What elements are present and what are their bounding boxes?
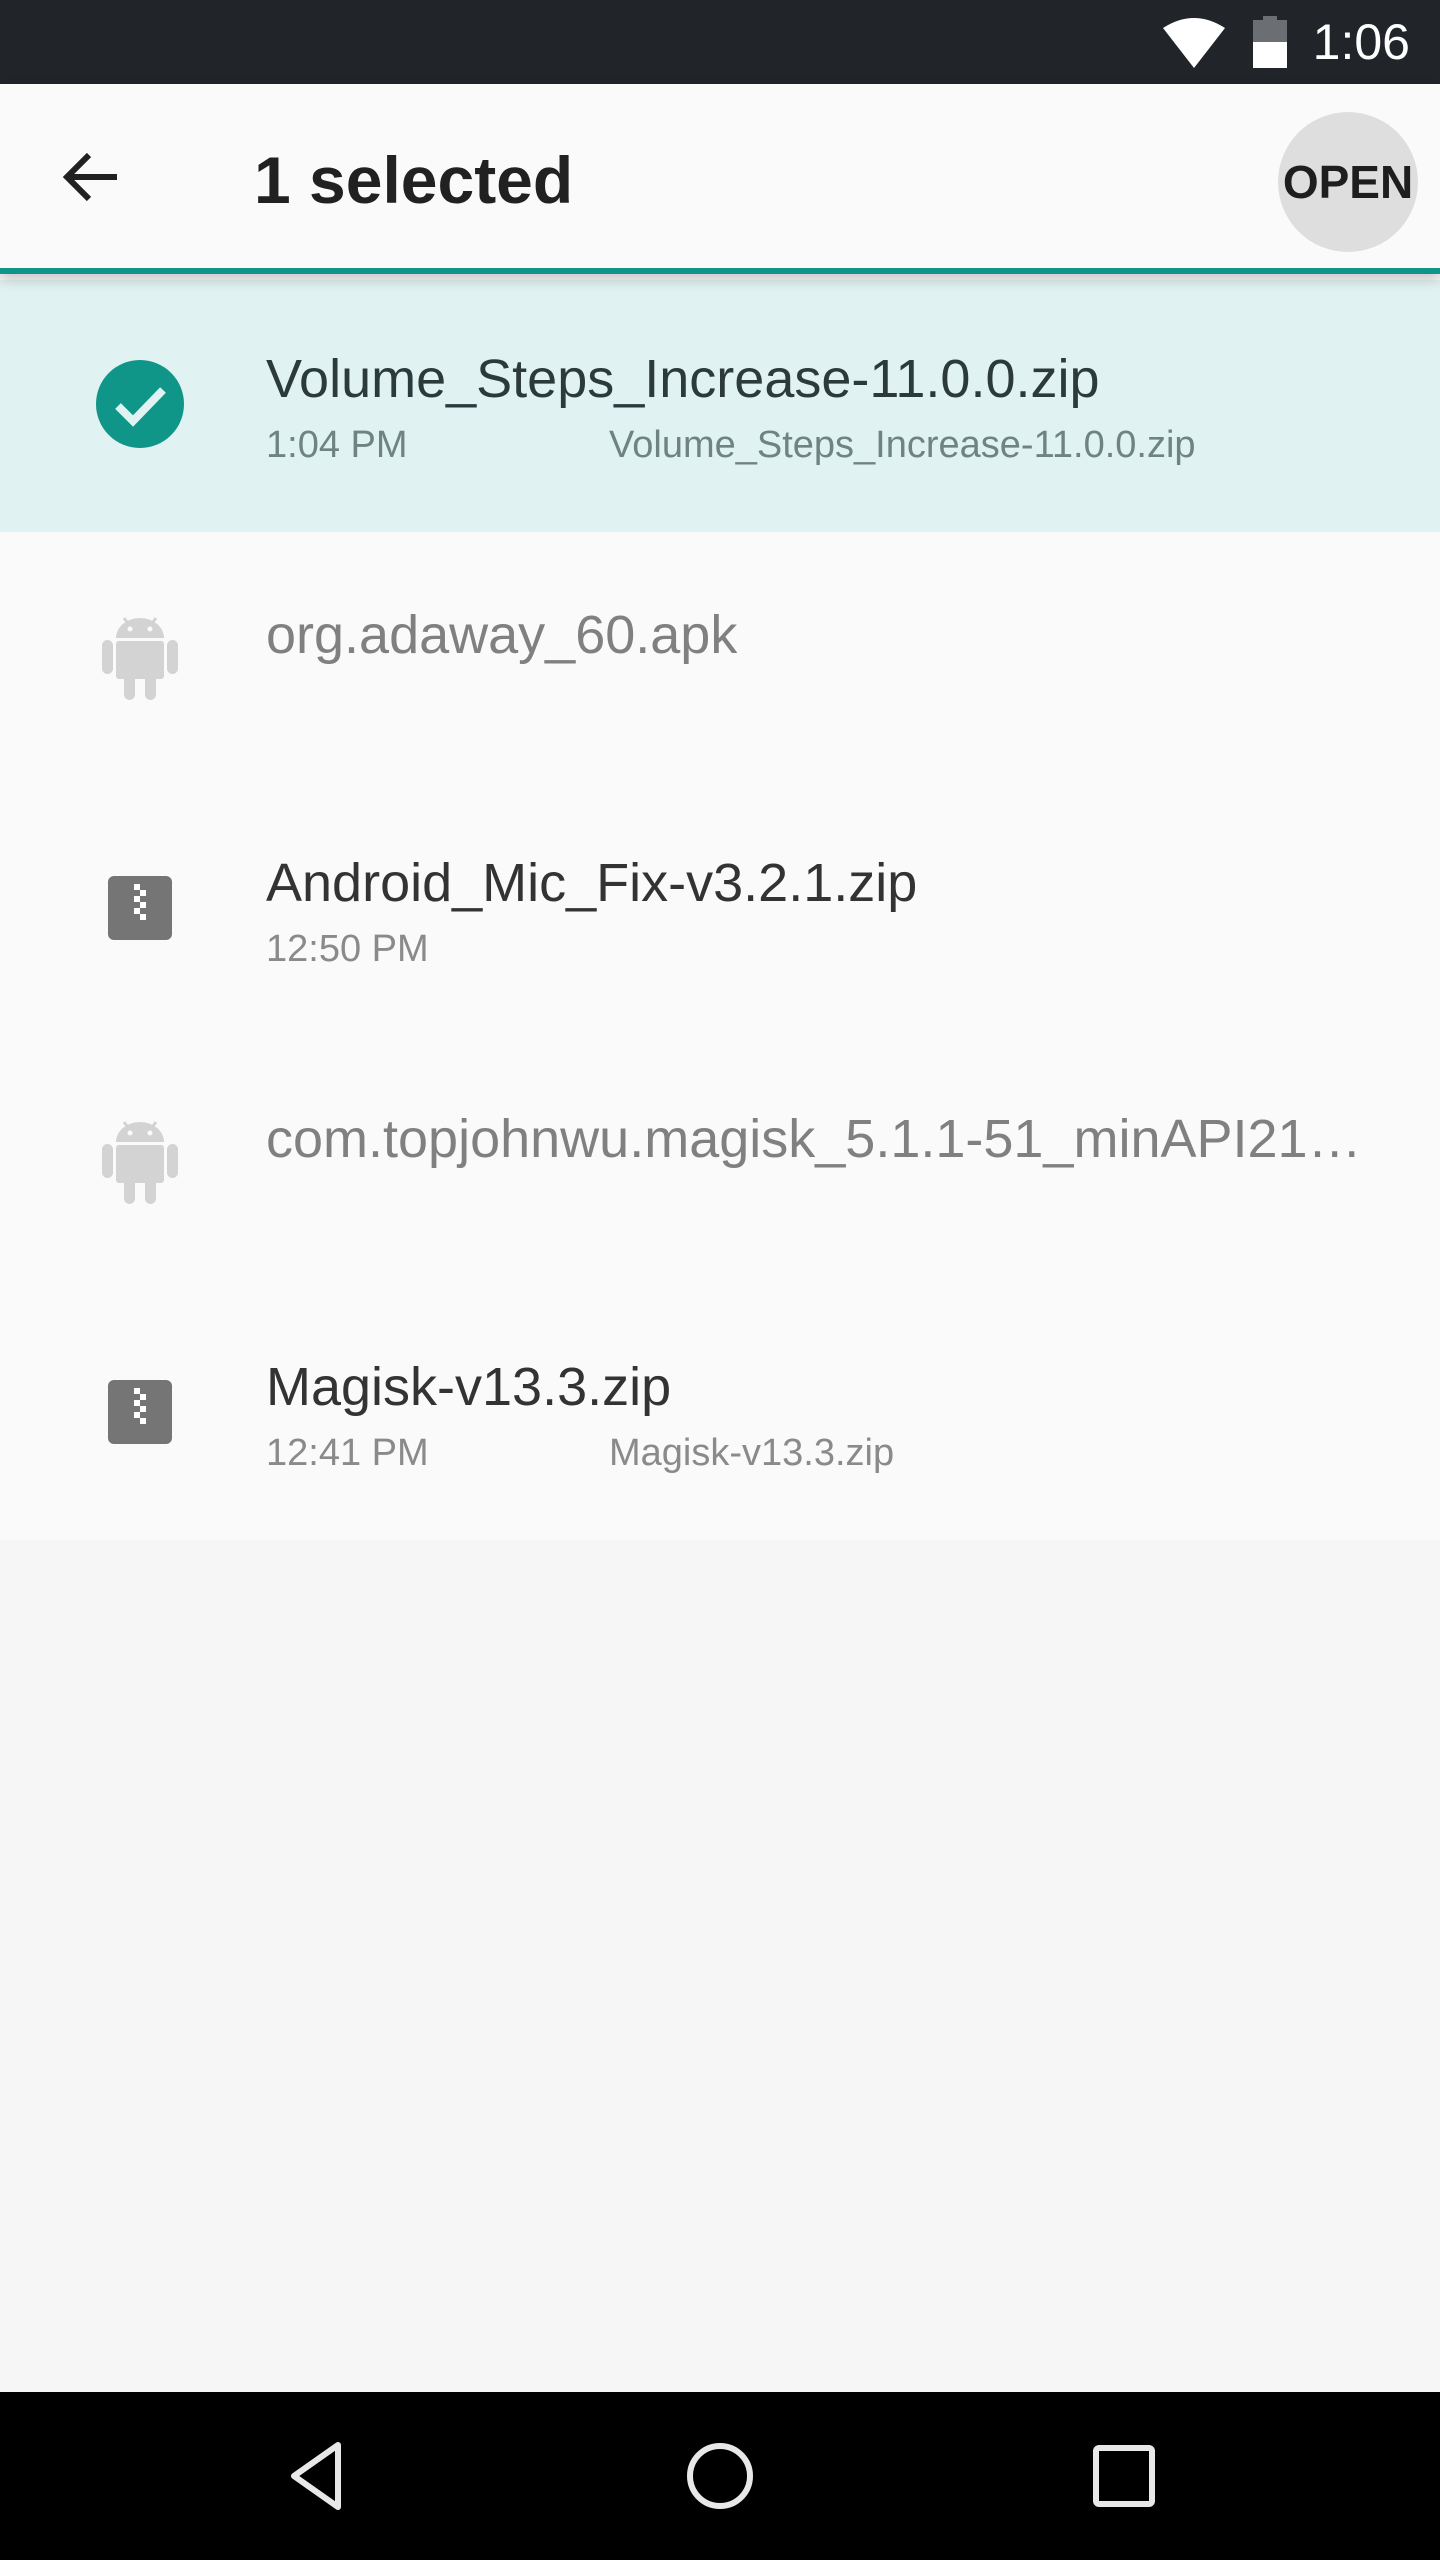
status-clock: 1:06 xyxy=(1312,14,1410,70)
file-name: Volume_Steps_Increase-11.0.0.zip xyxy=(266,349,1100,409)
file-name: org.adaway_60.apk xyxy=(266,605,738,665)
file-summary: Volume_Steps_Increase-11.0.0.zip xyxy=(609,424,1196,466)
android-icon xyxy=(102,617,178,700)
file-row-volume-steps[interactable]: Volume_Steps_Increase-11.0.0.zip 1:04 PM… xyxy=(0,280,1440,532)
file-list: Volume_Steps_Increase-11.0.0.zip 1:04 PM… xyxy=(0,280,1440,1540)
nav-recents-button[interactable] xyxy=(1074,2426,1174,2526)
home-nav-icon xyxy=(687,2443,753,2509)
file-name: Android_Mic_Fix-v3.2.1.zip xyxy=(266,853,918,913)
nav-back-button[interactable] xyxy=(266,2426,366,2526)
file-name: com.topjohnwu.magisk_5.1.1-51_minAPI21… xyxy=(266,1109,1362,1169)
status-bar: 1:06 xyxy=(0,0,1440,84)
file-row-android-mic-fix[interactable]: Android_Mic_Fix-v3.2.1.zip 12:50 PM xyxy=(0,784,1440,1036)
back-button[interactable] xyxy=(46,132,136,222)
open-button[interactable]: OPEN xyxy=(1278,112,1418,252)
arrow-back-icon xyxy=(62,152,117,202)
battery-icon xyxy=(1252,16,1287,68)
file-time: 12:50 PM xyxy=(266,928,429,970)
file-name: Magisk-v13.3.zip xyxy=(266,1357,672,1417)
file-time: 12:41 PM xyxy=(266,1432,429,1474)
recents-nav-icon xyxy=(1093,2445,1155,2507)
check-circle-icon xyxy=(96,360,184,448)
action-bar: 1 selected OPEN xyxy=(0,84,1440,274)
zip-file-icon xyxy=(108,876,172,940)
navigation-bar xyxy=(0,2392,1440,2560)
file-row-adaway[interactable]: org.adaway_60.apk xyxy=(0,532,1440,784)
back-nav-icon xyxy=(291,2442,341,2510)
android-icon xyxy=(102,1121,178,1204)
file-time: 1:04 PM xyxy=(266,424,408,466)
zip-file-icon xyxy=(108,1380,172,1444)
page-title: 1 selected xyxy=(254,143,574,217)
wifi-icon xyxy=(1162,18,1225,68)
nav-home-button[interactable] xyxy=(670,2426,770,2526)
file-row-magisk-apk[interactable]: com.topjohnwu.magisk_5.1.1-51_minAPI21… xyxy=(0,1036,1440,1288)
file-row-magisk-zip[interactable]: Magisk-v13.3.zip 12:41 PM Magisk-v13.3.z… xyxy=(0,1288,1440,1540)
file-summary: Magisk-v13.3.zip xyxy=(609,1432,895,1474)
